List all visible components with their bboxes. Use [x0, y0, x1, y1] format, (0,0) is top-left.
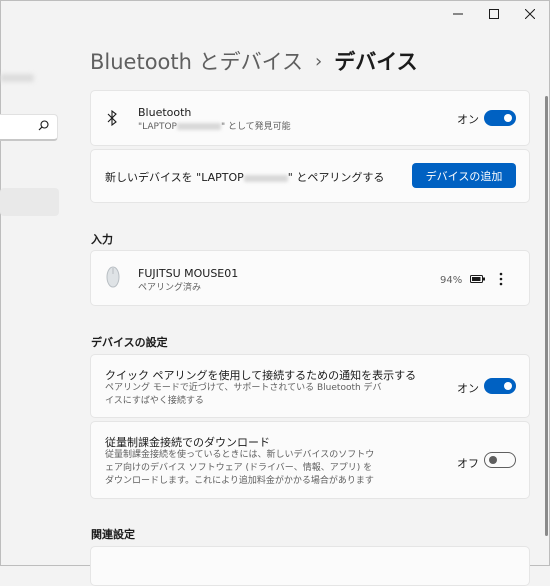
bluetooth-discoverable-text: "LAPTOP " として発見可能 — [138, 121, 291, 134]
discoverable-suffix: " として発見可能 — [220, 122, 291, 132]
toggle-knob — [489, 456, 497, 464]
metered-download-title: 従量制課金接続でのダウンロード — [105, 436, 270, 449]
more-options-icon[interactable] — [498, 272, 504, 286]
sidebar-item-selected[interactable] — [0, 188, 59, 216]
minimize-button[interactable] — [440, 0, 476, 28]
breadcrumb-parent-link[interactable]: Bluetooth とデバイス — [90, 46, 303, 76]
settings-search-input[interactable] — [0, 114, 58, 141]
discoverable-prefix: "LAPTOP — [138, 122, 177, 132]
device-settings-title: デバイスの設定 — [91, 336, 168, 349]
bluetooth-title: Bluetooth — [138, 106, 192, 119]
bluetooth-toggle-label: オン — [457, 113, 479, 126]
device-name-blurred — [243, 174, 288, 182]
mouse-icon — [106, 266, 120, 288]
bluetooth-icon — [107, 110, 117, 126]
related-settings-title: 関連設定 — [91, 528, 135, 541]
input-section-title: 入力 — [91, 233, 113, 246]
mouse-device-name: FUJITSU MOUSE01 — [138, 267, 239, 280]
user-email-blurred — [0, 74, 34, 82]
battery-percentage: 94% — [440, 275, 463, 286]
add-device-button[interactable]: デバイスの追加 — [412, 163, 516, 188]
breadcrumb-separator: › — [315, 50, 323, 72]
metered-download-description: 従量制課金接続を使っているときには、新しいデバイスのソフトウェア向けのデバイス … — [105, 450, 375, 486]
breadcrumb: Bluetooth とデバイス › デバイス — [90, 46, 418, 76]
battery-icon — [470, 275, 485, 283]
quick-pair-description: ペアリング モードで近づけて、サポートされている Bluetooth デバイスに… — [105, 383, 382, 406]
navigation-pane — [0, 0, 70, 566]
maximize-icon — [489, 9, 499, 19]
related-settings-card[interactable] — [90, 546, 530, 586]
minimize-icon — [453, 13, 463, 15]
mouse-device-status: ペアリング済み — [138, 283, 202, 293]
battery-fill — [472, 277, 481, 281]
page-title: デバイス — [334, 50, 418, 74]
toggle-knob — [504, 114, 512, 122]
pairing-prefix: 新しいデバイスを "LAPTOP — [105, 171, 244, 184]
bluetooth-toggle[interactable] — [484, 110, 516, 126]
pairing-suffix: " とペアリングする — [287, 171, 385, 184]
maximize-button[interactable] — [476, 0, 512, 28]
scrollbar[interactable] — [545, 96, 548, 536]
quick-pair-toggle-label: オン — [457, 382, 479, 395]
metered-toggle-label: オフ — [457, 457, 479, 470]
device-name-blurred — [176, 123, 221, 130]
quick-pair-toggle[interactable] — [484, 378, 516, 394]
toggle-knob — [504, 382, 512, 390]
pairing-text: 新しいデバイスを "LAPTOP " とペアリングする — [105, 169, 384, 185]
close-icon — [525, 9, 535, 19]
close-button[interactable] — [512, 0, 548, 28]
metered-download-toggle[interactable] — [484, 452, 516, 468]
quick-pair-title: クイック ペアリングを使用して接続するための通知を表示する — [105, 369, 417, 382]
search-icon — [38, 120, 49, 131]
